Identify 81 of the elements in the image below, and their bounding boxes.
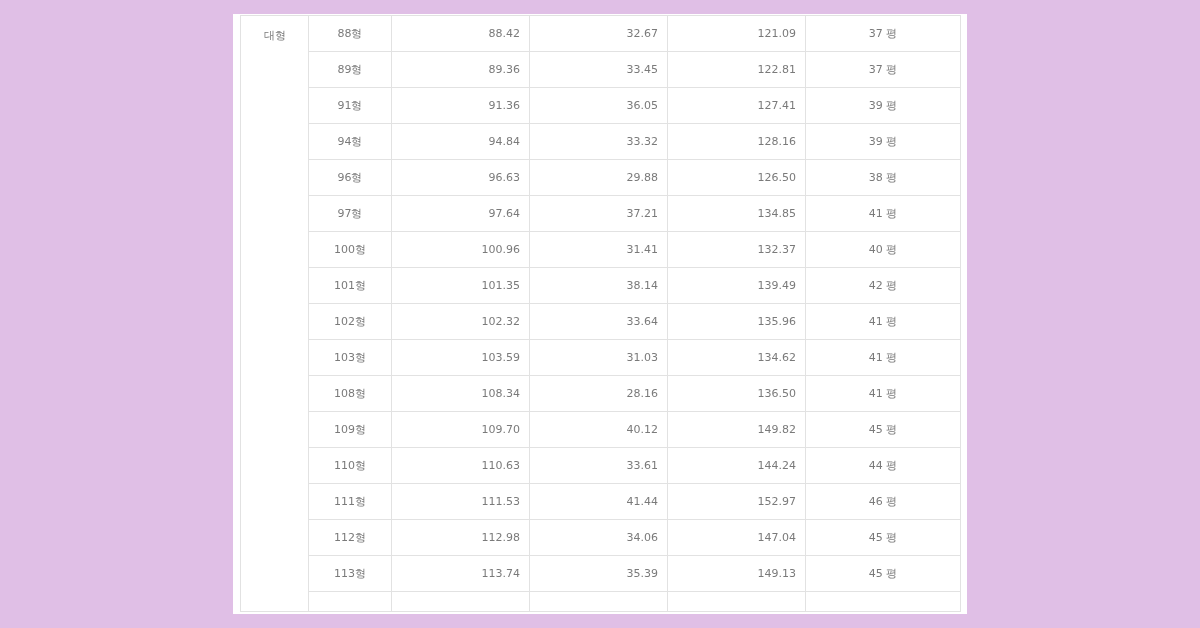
table-cell: 144.24 xyxy=(757,459,796,472)
table-cell: 41 평 xyxy=(868,387,898,400)
table-cell: 97.64 xyxy=(488,207,520,220)
table-cell: 33.64 xyxy=(626,315,658,328)
table-cell: 41 평 xyxy=(868,351,898,364)
table-cell: 100형 xyxy=(334,243,366,256)
table-cell: 121.09 xyxy=(757,27,796,40)
table-cell: 126.50 xyxy=(757,171,796,184)
table-cell: 112.98 xyxy=(481,531,520,544)
table-cell: 38 평 xyxy=(868,171,898,184)
table-cell: 113.74 xyxy=(481,567,520,580)
table-cell: 39 평 xyxy=(868,99,898,112)
table-cell: 110.63 xyxy=(481,459,520,472)
table-cell: 97형 xyxy=(337,207,363,220)
table-cell: 37 평 xyxy=(868,27,898,40)
table-cell: 33.32 xyxy=(626,135,658,148)
table-cell: 100.96 xyxy=(481,243,520,256)
table-cell: 41 평 xyxy=(868,207,898,220)
table-cell: 109형 xyxy=(334,423,366,436)
table-cell: 109.70 xyxy=(481,423,520,436)
table-cell: 134.85 xyxy=(757,207,796,220)
table-cell: 111.53 xyxy=(481,495,520,508)
table-cell: 132.37 xyxy=(757,243,796,256)
table-cell: 135.96 xyxy=(757,315,796,328)
table-cell: 37.21 xyxy=(626,207,658,220)
table-cell: 136.50 xyxy=(757,387,796,400)
table-cell: 44 평 xyxy=(868,459,898,472)
table-cell: 42 평 xyxy=(868,279,898,292)
table-cell: 32.67 xyxy=(626,27,658,40)
table-cell: 102.32 xyxy=(481,315,520,328)
table-cell: 34.06 xyxy=(626,531,658,544)
table-cell: 101.35 xyxy=(481,279,520,292)
table-cell: 40.12 xyxy=(626,423,658,436)
table-cell: 89형 xyxy=(337,63,363,76)
table-cell: 37 평 xyxy=(868,63,898,76)
table-cell: 31.41 xyxy=(626,243,658,256)
table-cell: 33.45 xyxy=(626,63,658,76)
table-cell: 108.34 xyxy=(481,387,520,400)
table-cell: 122.81 xyxy=(757,63,796,76)
table-cell: 45 평 xyxy=(868,531,898,544)
table-cell: 108형 xyxy=(334,387,366,400)
table-cell: 96.63 xyxy=(488,171,520,184)
table-cell: 40 평 xyxy=(868,243,898,256)
table-cell: 91.36 xyxy=(488,99,520,112)
table-cell: 88.42 xyxy=(488,27,520,40)
table-cell: 96형 xyxy=(337,171,363,184)
table-cell: 101형 xyxy=(334,279,366,292)
table-cell: 88형 xyxy=(337,27,363,40)
group-label: 대형 xyxy=(263,29,286,42)
table-cell: 112형 xyxy=(334,531,366,544)
table-cell: 113형 xyxy=(334,567,366,580)
table-cell: 41.44 xyxy=(626,495,658,508)
table-cell: 147.04 xyxy=(757,531,796,544)
table-cell: 28.16 xyxy=(626,387,658,400)
table-cell: 31.03 xyxy=(626,351,658,364)
table-cell: 46 평 xyxy=(868,495,898,508)
table-cell: 45 평 xyxy=(868,567,898,580)
table-cell: 134.62 xyxy=(757,351,796,364)
table-cell: 89.36 xyxy=(488,63,520,76)
table-cell: 149.13 xyxy=(757,567,796,580)
table-cell: 29.88 xyxy=(626,171,658,184)
table-cell: 102형 xyxy=(334,315,366,328)
table-cell: 139.49 xyxy=(757,279,796,292)
table-cell: 103.59 xyxy=(481,351,520,364)
table-cell: 94형 xyxy=(337,135,363,148)
table-cell: 127.41 xyxy=(757,99,796,112)
table-cell: 110형 xyxy=(334,459,366,472)
table-cell: 35.39 xyxy=(626,567,658,580)
table-cell: 91형 xyxy=(337,99,363,112)
table-cell: 128.16 xyxy=(757,135,796,148)
table-cell: 38.14 xyxy=(626,279,658,292)
table-cell: 111형 xyxy=(334,495,366,508)
table-cell: 33.61 xyxy=(626,459,658,472)
table-cell: 152.97 xyxy=(757,495,796,508)
table-cell: 149.82 xyxy=(757,423,796,436)
table-cell: 36.05 xyxy=(626,99,658,112)
table-cell: 103형 xyxy=(334,351,366,364)
table-cell: 45 평 xyxy=(868,423,898,436)
table-cell: 41 평 xyxy=(868,315,898,328)
table-cell: 94.84 xyxy=(488,135,520,148)
table-cell: 39 평 xyxy=(868,135,898,148)
